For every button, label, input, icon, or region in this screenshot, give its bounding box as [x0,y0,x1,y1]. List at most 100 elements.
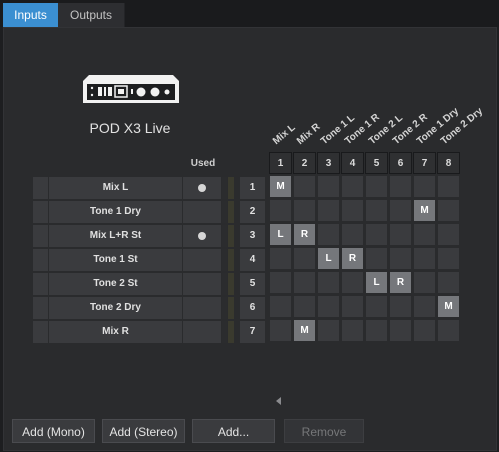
matrix-cell[interactable] [413,247,436,270]
row-name: Mix R [49,321,182,343]
input-row[interactable]: Tone 1 Dry 2 [33,201,265,223]
row-used-cell [183,249,221,271]
column-number: 6 [389,152,412,174]
matrix-cell[interactable] [389,295,412,318]
matrix-cell[interactable] [341,223,364,246]
row-select-handle[interactable] [33,177,48,199]
matrix-cell[interactable] [413,271,436,294]
remove-button[interactable]: Remove [284,419,364,443]
scroll-left-arrow-icon[interactable] [276,397,281,405]
matrix-cell[interactable] [269,199,292,222]
column-number: 1 [269,152,292,174]
level-meter [228,177,234,199]
channel-assignment[interactable]: L [270,224,291,245]
used-indicator-icon [198,184,206,192]
row-select-handle[interactable] [33,273,48,295]
column-number: 5 [365,152,388,174]
matrix-cell[interactable] [437,319,460,342]
row-spacer [222,297,227,319]
routing-matrix: MMLRLRLRMM [269,175,461,343]
row-used-cell [183,225,221,247]
matrix-cell[interactable] [413,175,436,198]
add-button[interactable]: Add... [192,419,275,443]
channel-assignment[interactable]: M [270,176,291,197]
channel-assignment[interactable]: L [366,272,387,293]
matrix-cell[interactable] [413,295,436,318]
input-row[interactable]: Tone 2 St 5 [33,273,265,295]
matrix-cell[interactable] [317,295,340,318]
matrix-cell[interactable] [437,247,460,270]
matrix-cell[interactable] [389,319,412,342]
matrix-cell[interactable] [341,319,364,342]
matrix-cell[interactable] [317,175,340,198]
row-number: 1 [240,177,265,199]
matrix-cell[interactable] [317,223,340,246]
row-number: 4 [240,249,265,271]
matrix-cell[interactable] [389,247,412,270]
input-row[interactable]: Mix R 7 [33,321,265,343]
channel-assignment[interactable]: R [294,224,315,245]
channel-assignment[interactable]: M [414,200,435,221]
matrix-cell[interactable] [389,223,412,246]
matrix-cell[interactable] [365,295,388,318]
row-spacer [222,177,227,199]
matrix-cell[interactable] [365,223,388,246]
matrix-cell[interactable] [437,199,460,222]
add-stereo-button[interactable]: Add (Stereo) [102,419,185,443]
row-select-handle[interactable] [33,297,48,319]
matrix-cell[interactable] [365,199,388,222]
audio-interface-icon [83,75,179,103]
column-number: 4 [341,152,364,174]
level-meter [228,201,234,223]
matrix-cell[interactable] [365,247,388,270]
channel-assignment[interactable]: M [294,320,315,341]
matrix-cell[interactable] [269,247,292,270]
tab-inputs[interactable]: Inputs [3,3,58,27]
matrix-cell[interactable] [341,199,364,222]
input-row[interactable]: Tone 2 Dry 6 [33,297,265,319]
matrix-cell[interactable] [317,271,340,294]
row-used-cell [183,297,221,319]
row-number: 5 [240,273,265,295]
matrix-cell[interactable] [269,319,292,342]
row-select-handle[interactable] [33,225,48,247]
matrix-cell[interactable] [317,199,340,222]
row-select-handle[interactable] [33,201,48,223]
matrix-cell[interactable] [341,295,364,318]
matrix-cell[interactable] [293,199,316,222]
row-used-cell [183,321,221,343]
input-row[interactable]: Mix L+R St 3 [33,225,265,247]
input-row[interactable]: Tone 1 St 4 [33,249,265,271]
channel-assignment[interactable]: L [318,248,339,269]
matrix-cell[interactable] [269,271,292,294]
matrix-cell[interactable] [437,223,460,246]
add-mono-button[interactable]: Add (Mono) [12,419,95,443]
matrix-cell[interactable] [293,247,316,270]
matrix-cell[interactable] [389,175,412,198]
matrix-cell[interactable] [437,175,460,198]
matrix-cell[interactable] [293,175,316,198]
matrix-cell[interactable] [293,271,316,294]
matrix-cell[interactable] [413,223,436,246]
matrix-cell[interactable] [293,295,316,318]
matrix-cell[interactable] [365,319,388,342]
matrix-cell[interactable] [341,175,364,198]
channel-assignment[interactable]: R [390,272,411,293]
matrix-cell[interactable] [389,199,412,222]
matrix-cell[interactable] [341,271,364,294]
matrix-cell[interactable] [413,319,436,342]
row-select-handle[interactable] [33,249,48,271]
level-meter [228,249,234,271]
input-row[interactable]: Mix L 1 [33,177,265,199]
column-number: 8 [437,152,460,174]
matrix-cell[interactable] [269,295,292,318]
channel-assignment[interactable]: R [342,248,363,269]
matrix-cell[interactable] [437,271,460,294]
level-meter [228,273,234,295]
channel-assignment[interactable]: M [438,296,459,317]
matrix-cell[interactable] [317,319,340,342]
tab-outputs[interactable]: Outputs [58,3,125,27]
matrix-cell[interactable] [365,175,388,198]
row-name: Tone 1 St [49,249,182,271]
row-select-handle[interactable] [33,321,48,343]
